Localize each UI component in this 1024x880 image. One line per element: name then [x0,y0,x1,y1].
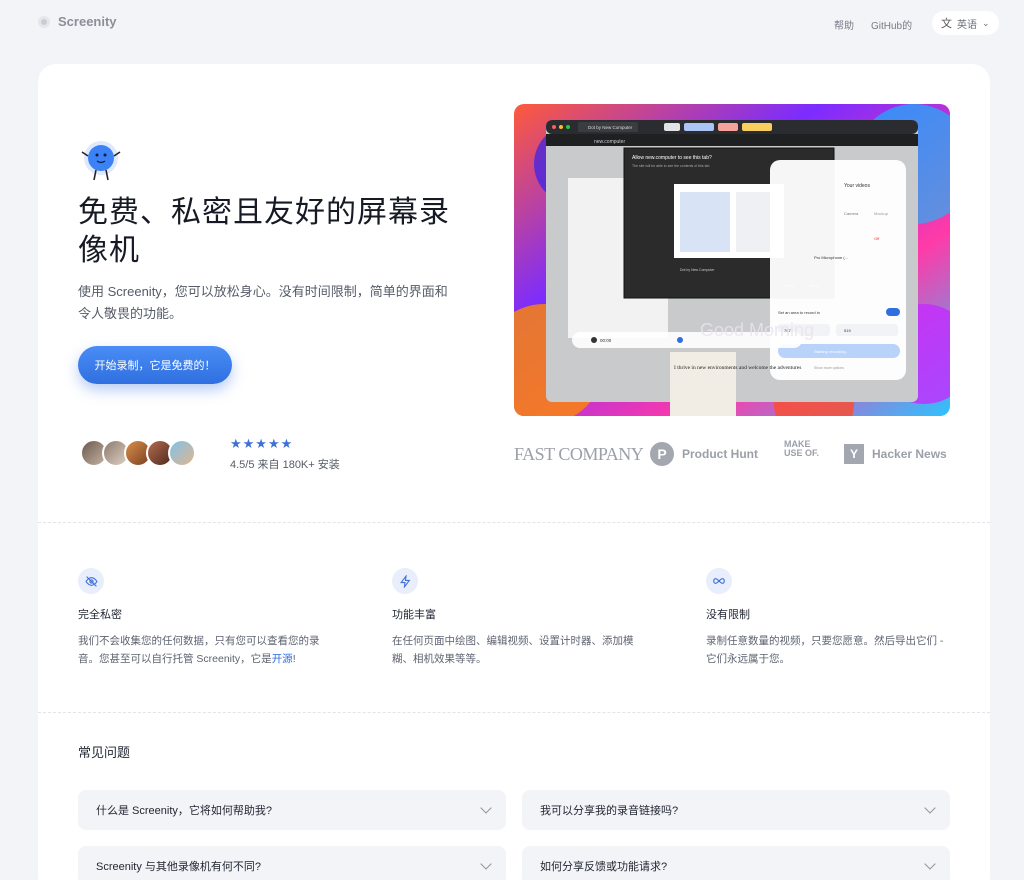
user-avatars [80,439,196,467]
language-label: 英语 [957,19,977,31]
lightning-icon [392,568,418,594]
hero-subtitle: 使用 Screenity，您可以放松身心。没有时间限制，简单的界面和令人敬畏的功… [78,284,448,321]
feature-rich: 功能丰富 在任何页面中绘图、编辑视频、设置计时器、添加模糊、相机效果等等。 [392,568,642,668]
url-bar: new.computer [594,139,625,145]
panel-mockup-tab[interactable]: Mockup [874,211,889,216]
chevron-down-icon [924,802,936,814]
feature-description: 在任何页面中绘图、编辑视频、设置计时器、添加模糊、相机效果等等。 [392,635,634,665]
brand-logo[interactable]: Screenity [38,14,117,29]
nav-github-link[interactable]: GitHub的 [871,17,912,32]
open-source-link[interactable]: 开源 [272,653,293,665]
faq-question: Screenity 与其他录像机有何不同? [96,861,262,873]
feature-title: 功能丰富 [392,609,436,621]
toolbar-timer: 00:00 [600,338,612,343]
faq-item[interactable]: 如何分享反馈或功能请求? [522,846,950,880]
thrive-text: I thrive in new environments and welcome… [674,365,801,371]
chevron-down-icon [924,858,936,870]
panel-microphone[interactable]: Pro Microphone (... [814,255,848,260]
feature-title: 没有限制 [706,609,750,621]
faq-heading: 常见问题 [78,745,131,760]
product-hunt-icon: P [650,442,674,466]
product-hunt-label: Product Hunt [682,447,758,461]
faq-item[interactable]: 我可以分享我的录音链接吗? [522,790,950,830]
start-recording-button[interactable]: 开始录制，它是免费的！ [78,346,232,384]
top-navigation: Screenity 帮助 GitHub的 文 英语 ⌄ [0,0,1024,44]
language-selector[interactable]: 文 英语 ⌄ [932,11,999,35]
eye-off-icon [78,568,104,594]
dialog-tab-name: Dot by New Computer [680,268,715,272]
faq-question: 我可以分享我的录音链接吗? [540,805,679,817]
feature-description: 录制任意数量的视频，只要您愿意。然后导出它们 - 它们永远属于您。 [706,635,944,665]
good-morning-text: Good Morning [700,320,814,340]
faq-item[interactable]: 什么是 Screenity，它将如何帮助我? [78,790,506,830]
hacker-news-logo: Y Hacker News [844,444,947,464]
rating-text: 4.5/5 来自 180K+ 安装 [230,459,340,471]
hero-section: 免费、私密且友好的屏幕录像机 使用 Screenity，您可以放松身心。没有时间… [38,64,990,522]
faq-question: 什么是 Screenity，它将如何帮助我? [96,805,273,817]
chevron-down-icon: ⌄ [982,17,990,28]
feature-private: 完全私密 我们不会收集您的任何数据，只有您可以查看您的录音。您甚至可以自行托管 … [78,568,328,668]
panel-off-label: Off [874,236,880,241]
panel-start-button[interactable]: Starting recording... [814,349,849,354]
chevron-down-icon [480,802,492,814]
product-screenshot: Dot by New Computer new.computer Allow n… [514,104,950,416]
tab-title: Dot by New Computer [588,125,633,130]
feature-unlimited: 没有限制 录制任意数量的视频，只要您愿意。然后导出它们 - 它们永远属于您。 [706,568,956,668]
faq-item[interactable]: Screenity 与其他录像机有何不同? [78,846,506,880]
product-hunt-logo: P Product Hunt [650,442,758,466]
dialog-subtitle: The site will be able to see the content… [632,164,709,168]
feature-title: 完全私密 [78,609,122,621]
hero-title: 免费、私密且友好的屏幕录像机 [78,196,450,267]
panel-camera-tab[interactable]: Camera [844,211,859,216]
panel-videos-title: Your videos [844,183,870,189]
panel-more-options[interactable]: Show more options [814,366,844,370]
nav-help-link[interactable]: 帮助 [834,17,854,32]
mascot-icon [81,141,121,181]
hacker-news-icon: Y [844,444,864,464]
main-card: 免费、私密且友好的屏幕录像机 使用 Screenity，您可以放松身心。没有时间… [38,64,990,880]
section-divider [38,522,990,523]
feature-description: 我们不会收集您的任何数据，只有您可以查看您的录音。您甚至可以自行托管 Scree… [78,635,320,665]
chevron-down-icon [480,858,492,870]
faq-question: 如何分享反馈或功能请求? [540,861,668,873]
hacker-news-label: Hacker News [872,447,947,461]
rating-stars: ★★★★★ [230,436,294,451]
brand-name: Screenity [58,14,117,29]
avatar [168,439,196,467]
fast-company-logo: FAST COMPANY [514,444,644,464]
infinity-icon [706,568,732,594]
logo-icon [38,15,50,28]
translate-icon: 文 [941,18,952,30]
dialog-title: Allow new.computer to see this tab? [632,155,712,161]
section-divider [38,712,990,713]
panel-height[interactable]: 519 [844,328,851,333]
panel-area-label: Set an area to record in [778,310,820,315]
makeuseof-logo: MAKE USE OF. [784,439,820,458]
